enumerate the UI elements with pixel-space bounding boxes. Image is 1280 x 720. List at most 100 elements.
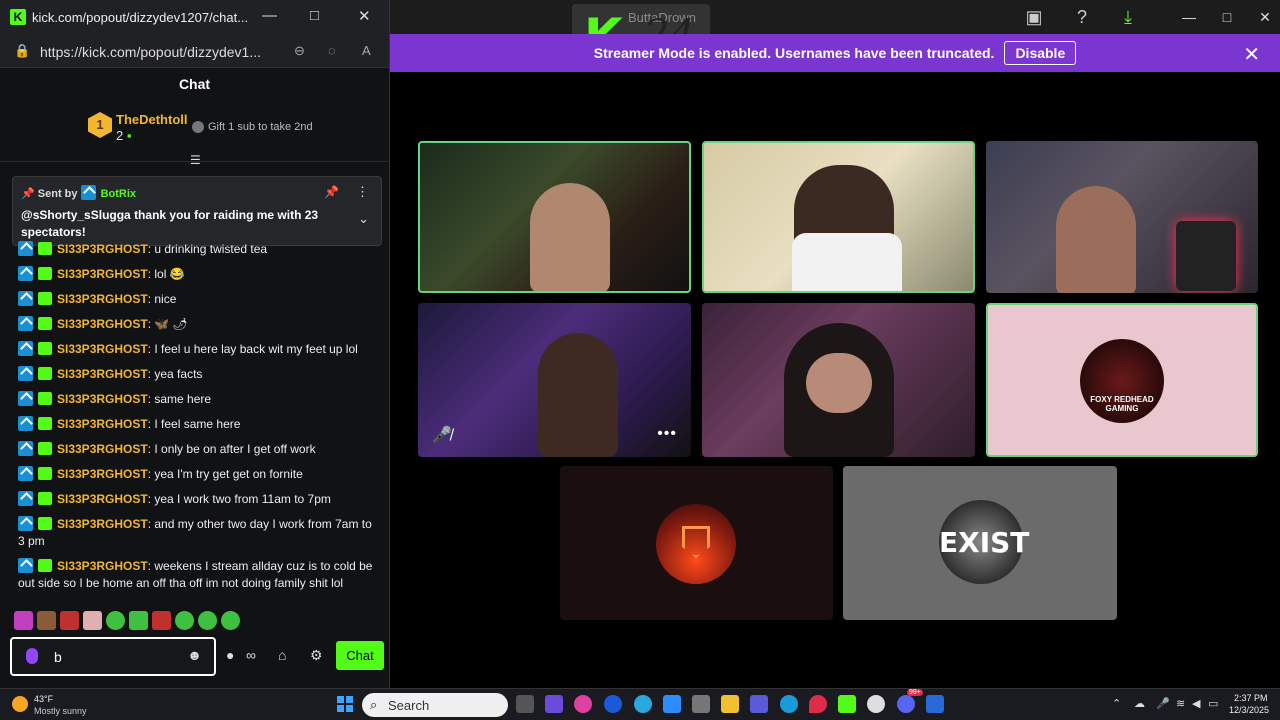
chat-input-value[interactable]: b	[54, 649, 62, 665]
video-tile[interactable]	[560, 466, 833, 620]
zoom-icon[interactable]: ⊖	[294, 43, 305, 59]
more-options-icon[interactable]: •••	[657, 425, 677, 443]
lock-icon[interactable]: 🔒	[14, 43, 30, 59]
chat-username[interactable]: SI33P3RGHOST	[57, 342, 148, 356]
pinned-sender-name[interactable]: BotRix	[101, 188, 136, 200]
task-view-icon[interactable]	[516, 695, 534, 713]
popout-minimize-button[interactable]: —	[262, 7, 277, 24]
chat-username[interactable]: SI33P3RGHOST	[57, 492, 148, 506]
chat-username[interactable]: SI33P3RGHOST	[57, 242, 148, 256]
wifi-icon[interactable]: ≋	[1176, 697, 1185, 710]
send-chat-button[interactable]: Chat	[336, 641, 384, 670]
channel-avatar: EXIST	[939, 500, 1029, 584]
chat-username[interactable]: SI33P3RGHOST	[57, 292, 148, 306]
record-icon[interactable]: ▣	[1022, 6, 1046, 28]
download-icon[interactable]: ⤓	[1116, 6, 1140, 28]
microphone-tray-icon[interactable]: 🎤	[1156, 697, 1170, 710]
app-maximize-button[interactable]: □	[1212, 6, 1242, 28]
settings-app-icon[interactable]	[867, 695, 885, 713]
store-icon[interactable]: ⌂	[278, 647, 286, 663]
emote-icon[interactable]	[106, 611, 125, 630]
video-tile[interactable]	[418, 141, 691, 293]
discord-icon[interactable]: 99+	[897, 689, 923, 713]
taskbar-search[interactable]: ⌕ Search	[362, 693, 508, 717]
emote-icon[interactable]	[37, 611, 56, 630]
app-icon[interactable]	[926, 695, 944, 713]
volume-icon[interactable]: ◀	[1192, 697, 1200, 710]
emote-icon[interactable]	[221, 611, 240, 630]
close-icon[interactable]: ✕	[1243, 42, 1260, 67]
chat-username[interactable]: SI33P3RGHOST	[57, 417, 148, 431]
subscriber-badge-icon	[38, 417, 52, 430]
start-button[interactable]	[337, 696, 353, 712]
weather-temp[interactable]: 43°F	[34, 694, 53, 704]
video-tile[interactable]: EXIST	[843, 466, 1117, 620]
video-tile[interactable]: FOXY REDHEAD GAMING	[986, 303, 1258, 457]
address-url[interactable]: https://kick.com/popout/dizzydev1...	[40, 44, 261, 60]
chat-username[interactable]: SI33P3RGHOST	[57, 442, 148, 456]
chat-username[interactable]: SI33P3RGHOST	[57, 367, 148, 381]
video-tile[interactable]	[702, 303, 975, 457]
kick-app-icon[interactable]	[838, 695, 856, 713]
help-icon[interactable]: ?	[1070, 6, 1094, 28]
teams-icon[interactable]	[750, 695, 768, 713]
microphone-icon[interactable]	[26, 648, 38, 664]
mic-off-icon[interactable]: 🎤̸	[432, 425, 452, 445]
chat-input-field[interactable]: b ☻	[10, 637, 216, 676]
popout-maximize-button[interactable]: □	[310, 7, 319, 24]
subscriber-badge-icon	[38, 317, 52, 330]
chat-username[interactable]: SI33P3RGHOST	[57, 317, 148, 331]
chat-username[interactable]: SI33P3RGHOST	[57, 267, 148, 281]
emote-icon[interactable]	[152, 611, 171, 630]
browser-icon[interactable]	[780, 695, 798, 713]
chevron-up-icon[interactable]: ⌃	[1112, 697, 1121, 710]
pinned-menu-icon[interactable]: ⋮	[356, 184, 369, 200]
video-tile[interactable]	[986, 141, 1258, 293]
weather-icon[interactable]	[12, 696, 28, 712]
emote-icon[interactable]	[129, 611, 148, 630]
popout-close-button[interactable]: ✕	[358, 7, 371, 25]
gift-leaderboard[interactable]: 1 TheDethtoll 2 ▪ Gift 1 sub to take 2nd…	[0, 100, 389, 167]
gear-icon[interactable]: ⚙	[310, 647, 323, 664]
zoom-app-icon[interactable]	[663, 695, 681, 713]
file-explorer-icon[interactable]	[721, 695, 739, 713]
cloud-icon[interactable]: ☁	[1134, 697, 1145, 710]
emote-icon[interactable]	[14, 611, 33, 630]
app-minimize-button[interactable]: —	[1174, 6, 1204, 28]
edge-icon[interactable]	[634, 695, 652, 713]
gift-prompt[interactable]: Gift 1 sub to take 2nd	[192, 121, 313, 134]
chat-username[interactable]: SI33P3RGHOST	[57, 392, 148, 406]
weather-desc[interactable]: Mostly sunny	[34, 706, 87, 716]
battery-icon[interactable]: ▭	[1208, 697, 1218, 710]
emoji-icon[interactable]: ☻	[187, 647, 202, 663]
copilot-icon[interactable]	[545, 695, 563, 713]
emote-icon[interactable]	[83, 611, 102, 630]
chat-username[interactable]: SI33P3RGHOST	[57, 559, 148, 573]
chevron-down-icon[interactable]: ⌄	[358, 211, 369, 227]
video-tile[interactable]: 🎤̸ •••	[418, 303, 691, 457]
maps-icon[interactable]	[809, 695, 827, 713]
moderator-badge-icon	[18, 516, 33, 531]
tracking-prevention-icon[interactable]: ◌	[328, 43, 336, 58]
clock-time[interactable]: 2:37 PM	[1234, 693, 1268, 703]
emote-icon[interactable]	[60, 611, 79, 630]
app-close-button[interactable]: ✕	[1250, 6, 1280, 28]
hp-icon[interactable]	[604, 695, 622, 713]
leader-name[interactable]: TheDethtoll	[116, 112, 188, 127]
chat-username[interactable]: SI33P3RGHOST	[57, 467, 148, 481]
disable-streamer-mode-button[interactable]: Disable	[1004, 41, 1077, 65]
clock-date[interactable]: 12/3/2025	[1229, 705, 1269, 715]
chat-username[interactable]: SI33P3RGHOST	[57, 517, 148, 531]
store-app-icon[interactable]	[692, 695, 710, 713]
app-icon[interactable]	[574, 695, 592, 713]
moderator-badge-icon	[18, 416, 33, 431]
emote-icon[interactable]	[175, 611, 194, 630]
expand-handle-icon[interactable]: ☰	[190, 153, 201, 167]
pin-icon[interactable]: 📌	[324, 185, 339, 199]
points-icon[interactable]: ●	[226, 647, 234, 663]
address-bar[interactable]: 🔒 https://kick.com/popout/dizzydev1... ⊖…	[0, 34, 389, 68]
read-aloud-icon[interactable]: A	[362, 43, 371, 58]
emote-icon[interactable]	[198, 611, 217, 630]
infinity-icon[interactable]: ∞	[246, 647, 256, 663]
video-tile[interactable]	[702, 141, 975, 293]
